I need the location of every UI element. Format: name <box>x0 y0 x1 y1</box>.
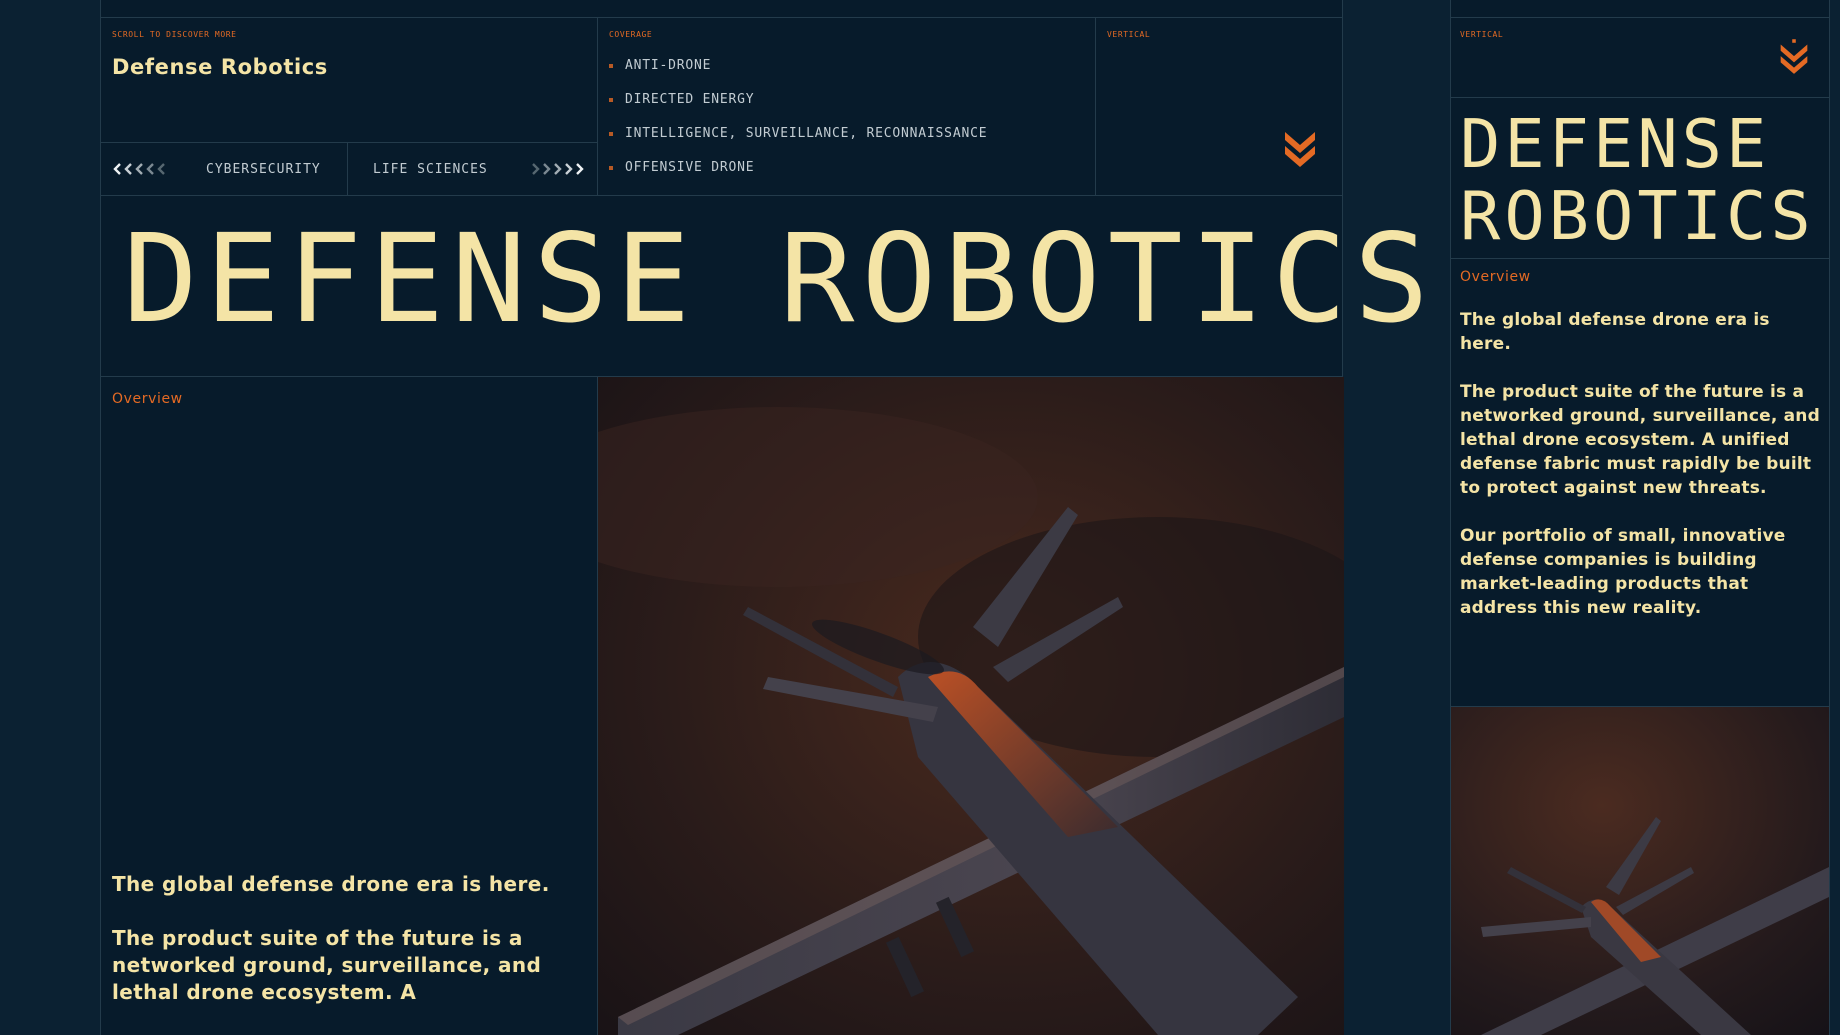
drone-illustration <box>1451 707 1829 1035</box>
chevrons-right-icon <box>531 163 585 175</box>
overview-paragraph: The product suite of the future is a net… <box>112 926 542 1004</box>
next-vertical-link[interactable]: LIFE SCIENCES <box>348 143 597 195</box>
prev-vertical-link[interactable]: CYBERSECURITY <box>101 143 348 195</box>
side-header: VERTICAL <box>1451 18 1829 98</box>
coverage-cell: COVERAGE ANTI-DRONE DIRECTED ENERGY INTE… <box>598 18 1096 196</box>
coverage-item: DIRECTED ENERGY <box>609 92 987 126</box>
main-board: SCROLL TO DISCOVER MORE Defense Robotics… <box>100 0 1429 1035</box>
page-title: Defense Robotics <box>112 55 328 79</box>
next-vertical-label: LIFE SCIENCES <box>373 161 488 177</box>
side-title: DEFENSE ROBOTICS <box>1460 105 1815 255</box>
drone-illustration <box>598 377 1344 1035</box>
chevron-down-icon <box>1285 132 1315 167</box>
vertical-cell: VERTICAL <box>1096 18 1342 196</box>
side-drone-photo <box>1451 707 1829 1035</box>
header-cell: SCROLL TO DISCOVER MORE Defense Robotics <box>101 18 598 143</box>
bullet-icon <box>609 132 613 136</box>
coverage-list: ANTI-DRONE DIRECTED ENERGY INTELLIGENCE,… <box>609 58 987 194</box>
bullet-icon <box>609 64 613 68</box>
overview-paragraph: The global defense drone era is here. <box>112 872 550 896</box>
side-title-cell: DEFENSE ROBOTICS <box>1451 98 1829 259</box>
coverage-item: ANTI-DRONE <box>609 58 987 92</box>
vertical-label: VERTICAL <box>1107 30 1151 39</box>
scroll-hint: SCROLL TO DISCOVER MORE <box>112 30 237 39</box>
drone-photo <box>598 377 1344 1035</box>
coverage-item: OFFENSIVE DRONE <box>609 160 987 194</box>
coverage-item: INTELLIGENCE, SURVEILLANCE, RECONNAISSAN… <box>609 126 987 160</box>
coverage-label: COVERAGE <box>609 30 653 39</box>
chevron-down-icon <box>1780 39 1808 74</box>
overview-column: Overview The global defense drone era is… <box>101 377 598 1035</box>
chevrons-left-icon <box>112 163 166 175</box>
side-overview: Overview The global defense drone era is… <box>1451 259 1829 707</box>
side-vertical-label: VERTICAL <box>1460 30 1504 39</box>
side-overview-label: Overview <box>1460 269 1531 285</box>
bullet-icon <box>609 166 613 170</box>
hero-banner: DEFENSE ROBOTICS <box>101 196 1429 377</box>
side-paragraph: The product suite of the future is a net… <box>1460 382 1820 498</box>
overview-label: Overview <box>112 391 183 407</box>
bullet-icon <box>609 98 613 102</box>
side-paragraph: The global defense drone era is here. <box>1460 310 1770 354</box>
side-panel: VERTICAL DEFENSE ROBOTICS Overview The g… <box>1450 0 1830 1035</box>
side-paragraph: Our portfolio of small, innovative defen… <box>1460 526 1786 618</box>
vertical-nav: CYBERSECURITY LIFE SCIENCES <box>101 143 598 196</box>
page: SCROLL TO DISCOVER MORE Defense Robotics… <box>0 0 1840 1035</box>
prev-vertical-label: CYBERSECURITY <box>206 161 321 177</box>
hero-title: DEFENSE ROBOTICS <box>123 208 1436 350</box>
side-overview-text: The global defense drone era is here. Th… <box>1460 308 1822 644</box>
overview-text: The global defense drone era is here. Th… <box>112 871 582 1033</box>
